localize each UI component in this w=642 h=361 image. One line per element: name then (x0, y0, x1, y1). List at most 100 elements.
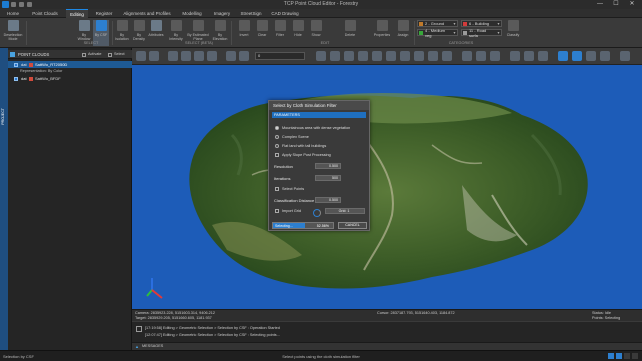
status-hint: Select points using the cloth simulation… (282, 354, 360, 359)
tab-editing[interactable]: Editing (66, 9, 88, 18)
select-points-checkbox[interactable]: Select Points (275, 187, 304, 191)
status-icons (608, 353, 638, 359)
view-cube-icon[interactable] (226, 51, 236, 61)
snap-status-icon[interactable] (608, 353, 614, 359)
tab-cad-drawing[interactable]: CAD Drawing (268, 9, 302, 18)
classification-distance-field[interactable]: 0.500 (315, 197, 341, 203)
view-dropdown[interactable]: 0 (255, 52, 305, 60)
polygon-tool-icon[interactable] (358, 51, 368, 61)
cancel-button[interactable]: CANCEL (338, 222, 367, 229)
tab-imagery[interactable]: Imagery (210, 9, 234, 18)
zoom-window-icon[interactable] (207, 51, 217, 61)
tab-modelling[interactable]: Modelling (177, 9, 207, 18)
section-icon[interactable] (428, 51, 438, 61)
point-cloud-render[interactable] (132, 65, 642, 309)
classify-button[interactable]: Classify (505, 20, 521, 46)
elevation-icon (214, 20, 226, 31)
zoom-in-icon[interactable] (168, 51, 178, 61)
activate-checkbox[interactable] (82, 52, 86, 57)
grid-field[interactable]: Grid: 1 (325, 208, 365, 214)
point-tool-icon[interactable] (386, 51, 396, 61)
project-side-tab[interactable]: PROJECT (0, 48, 8, 351)
select-tool-icon[interactable] (136, 51, 146, 61)
category-medium-veg-select[interactable]: 4 - Medium veg ▼ (417, 28, 458, 38)
tab-home[interactable]: Home (2, 9, 24, 18)
density-icon (133, 20, 145, 31)
profile-icon[interactable] (442, 51, 452, 61)
camera-icon[interactable] (538, 51, 548, 61)
zoom-extents-icon[interactable] (194, 51, 204, 61)
representation-label: Representation: By Color (20, 69, 63, 73)
category-ground-select[interactable]: 2 - Ground ▼ (417, 20, 458, 27)
option-mountainous[interactable]: Mountainous area with dense vegetation (275, 126, 350, 130)
visibility-checkbox[interactable] (14, 76, 18, 81)
perspective-icon[interactable] (239, 51, 249, 61)
category-road-surface-select[interactable]: 11 - Road surfa ▼ (461, 28, 502, 38)
point-clouds-panel: POINT CLOUDS Activate Select dat SattWo_… (8, 48, 132, 351)
radio-icon (275, 135, 279, 139)
chevron-up-icon: ▲ (135, 344, 139, 349)
polyline-tool-icon[interactable] (344, 51, 354, 61)
loading-spinner-icon (313, 209, 321, 217)
category-swatch (463, 21, 467, 26)
pan-tool-icon[interactable] (149, 51, 159, 61)
chevron-down-icon: ▼ (452, 30, 457, 35)
select-by-isolation-button[interactable]: By Isolation (114, 20, 130, 46)
point-size-icon[interactable] (490, 51, 500, 61)
pin-icon[interactable] (10, 52, 15, 57)
clip-box-icon[interactable] (414, 51, 424, 61)
viewport-toolbar: 0 (132, 48, 642, 65)
view-status-bar: Camera: 2835923.228, 5151603.314, 9406.2… (132, 309, 642, 321)
visibility-checkbox[interactable] (14, 62, 18, 67)
option-flat-land[interactable]: Flat land with tall buildings (275, 144, 326, 148)
chevron-down-icon: ▼ (452, 21, 457, 26)
ortho-status-icon[interactable] (624, 353, 630, 359)
snap-icon[interactable] (400, 51, 410, 61)
show-icon (310, 20, 322, 31)
isolation-icon (116, 20, 128, 31)
maximize-button[interactable]: ☐ (608, 0, 624, 9)
tree-item-cloud-1[interactable]: dat SattWo_RT2050D (8, 61, 132, 68)
screen-icon[interactable] (620, 51, 630, 61)
line-tool-icon[interactable] (330, 51, 340, 61)
close-button[interactable]: ✕ (624, 0, 640, 9)
import-grid-checkbox[interactable]: Import Grid (275, 209, 301, 213)
ribbon: Deselection Mode By Window By CSF SELECT… (0, 18, 642, 48)
area-tool-icon[interactable] (372, 51, 382, 61)
grid-status-icon[interactable] (616, 353, 622, 359)
deselection-mode-button[interactable]: Deselection Mode (2, 20, 24, 46)
select-checkbox[interactable] (108, 52, 112, 57)
layers-icon[interactable] (586, 51, 596, 61)
resolution-field[interactable]: 0.500 (315, 163, 341, 169)
layout-status-icon[interactable] (632, 353, 638, 359)
category-building-select[interactable]: 6 - Building ▼ (461, 20, 502, 27)
csf-dialog: Select by Cloth Simulation Filter PARAME… (268, 100, 370, 231)
rectangle-select-icon[interactable] (572, 51, 582, 61)
eye-dome-icon[interactable] (476, 51, 486, 61)
group-label-edit: EDIT (320, 41, 330, 45)
tree-item-cloud-2[interactable]: dat SattWo_BFDF (8, 75, 132, 82)
iterations-field[interactable]: 500 (315, 175, 341, 181)
option-complex-scene[interactable]: Complex Scene (275, 135, 309, 139)
measure-icon[interactable] (316, 51, 326, 61)
tab-point-clouds[interactable]: Point Clouds (27, 9, 63, 18)
checkbox-icon (275, 187, 279, 191)
ribbon-tabs: Home Point Clouds Editing Register Align… (0, 9, 642, 18)
point-cloud-icon (29, 76, 33, 81)
select-by-density-button[interactable]: By Density (131, 20, 147, 46)
message-icon (136, 326, 142, 332)
tab-register[interactable]: Register (91, 9, 117, 18)
fence-select-icon[interactable] (558, 51, 568, 61)
grid-icon[interactable] (510, 51, 520, 61)
zoom-out-icon[interactable] (181, 51, 191, 61)
messages-toggle[interactable]: ▲ MESSAGES (132, 342, 642, 350)
attributes-button[interactable]: Attributes (148, 20, 164, 46)
post-processing-checkbox[interactable]: Apply Slope Post Processing (275, 153, 331, 157)
settings-icon[interactable] (600, 51, 610, 61)
lighting-icon[interactable] (462, 51, 472, 61)
tab-streetsign[interactable]: StreetSign (237, 9, 265, 18)
axis-icon[interactable] (524, 51, 534, 61)
3d-viewport[interactable]: 0 (132, 48, 642, 309)
tab-alignments-profiles[interactable]: Alignments and Profiles (120, 9, 174, 18)
minimize-button[interactable]: — (592, 0, 608, 9)
